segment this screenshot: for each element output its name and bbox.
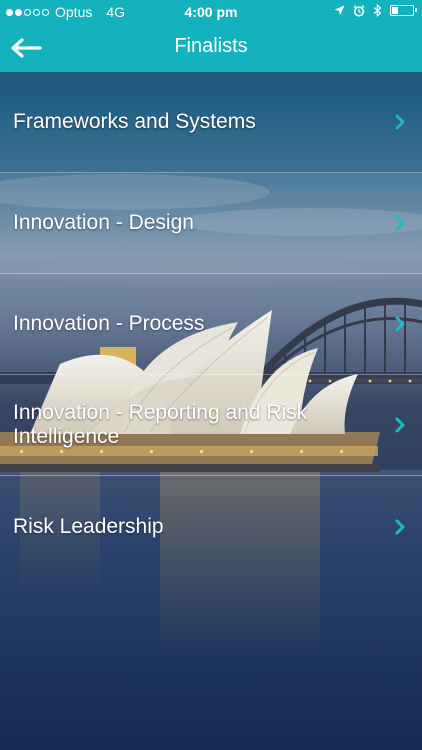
finalists-screen: Optus 4G 4:00 pm Finalists Frameworks an… — [0, 0, 422, 750]
chevron-right-icon — [395, 316, 405, 332]
list-item-label: Innovation - Design — [13, 211, 194, 234]
finalists-list: Frameworks and Systems Innovation - Desi… — [0, 72, 422, 577]
chevron-right-icon — [395, 215, 405, 231]
list-item-label: Innovation - Reporting and Risk Intellig… — [13, 401, 308, 448]
battery-icon — [390, 5, 417, 16]
list-item-label: Innovation - Process — [13, 312, 205, 335]
page-title: Finalists — [174, 35, 248, 57]
list-item-frameworks-and-systems[interactable]: Frameworks and Systems — [0, 72, 422, 173]
list-item-innovation-process[interactable]: Innovation - Process — [0, 274, 422, 375]
back-arrow-icon — [11, 38, 42, 58]
alarm-clock-icon — [353, 4, 365, 17]
chevron-right-icon — [395, 417, 405, 433]
chevron-right-icon — [395, 114, 405, 130]
nav-bar: Finalists — [0, 24, 422, 72]
list-item-innovation-reporting-and-risk-intelligence[interactable]: Innovation - Reporting and Risk Intellig… — [0, 375, 422, 476]
list-item-label: Frameworks and Systems — [13, 110, 256, 133]
location-arrow-icon — [334, 5, 345, 16]
status-icons — [334, 4, 417, 17]
bluetooth-icon — [373, 4, 382, 17]
battery-level — [392, 7, 398, 14]
back-button[interactable] — [8, 32, 44, 64]
list-item-risk-leadership[interactable]: Risk Leadership — [0, 476, 422, 577]
chevron-right-icon — [395, 519, 405, 534]
list-item-innovation-design[interactable]: Innovation - Design — [0, 173, 422, 274]
status-bar: Optus 4G 4:00 pm — [0, 0, 422, 24]
list-item-label: Risk Leadership — [13, 514, 164, 538]
